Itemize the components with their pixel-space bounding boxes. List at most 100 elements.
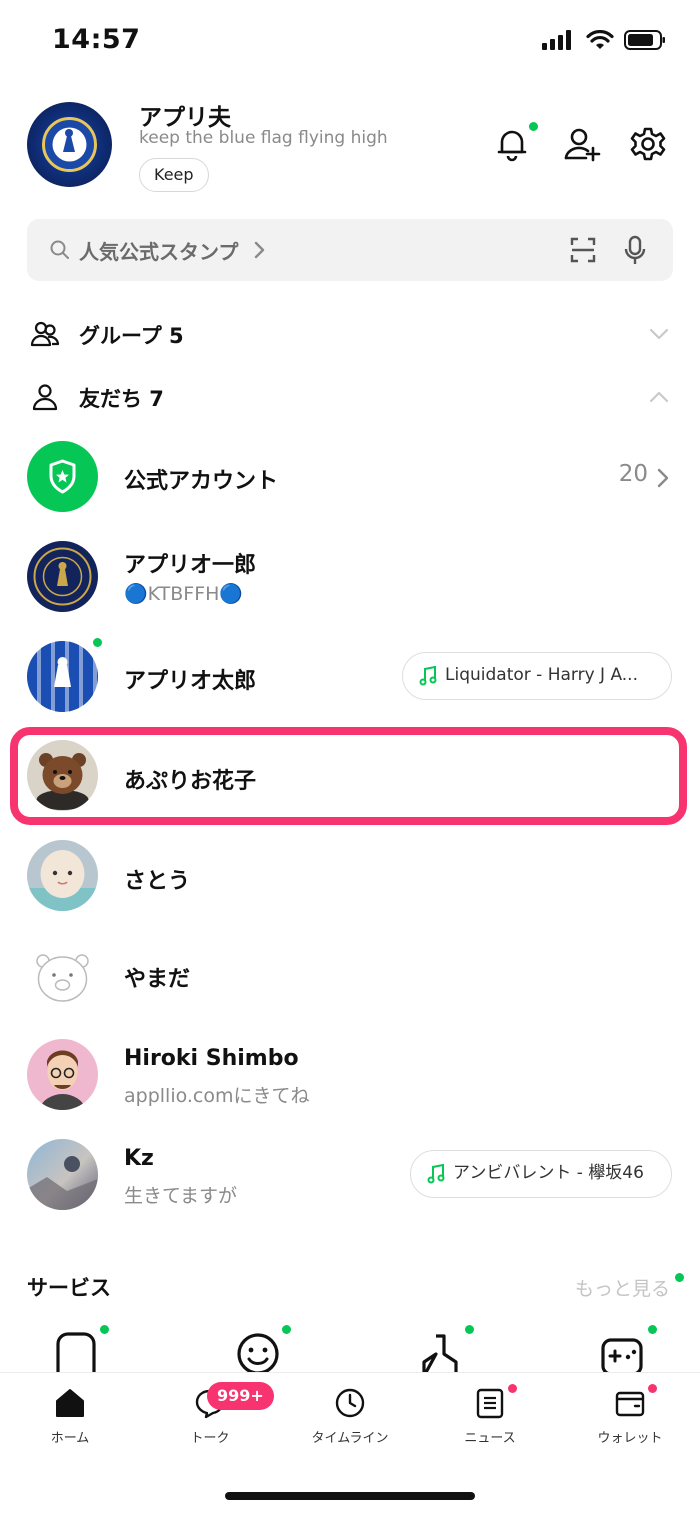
friend-avatar bbox=[27, 939, 98, 1010]
tab-label: トーク bbox=[190, 1431, 230, 1446]
tab-label: タイムライン bbox=[311, 1431, 389, 1446]
search-bar[interactable]: 人気公式スタンプ bbox=[27, 219, 673, 281]
friend-row[interactable]: やまだ bbox=[0, 926, 700, 1026]
chelsea-crest-icon bbox=[42, 117, 97, 172]
unread-badge: 999+ bbox=[207, 1382, 274, 1410]
bell-icon[interactable] bbox=[492, 124, 532, 164]
official-account-count: 20 bbox=[618, 461, 648, 487]
new-indicator-dot bbox=[93, 638, 102, 647]
friend-row[interactable]: Hiroki Shimbo appllio.comにきてね bbox=[0, 1026, 700, 1126]
search-placeholder: 人気公式スタンプ bbox=[79, 240, 239, 264]
service-new-dot bbox=[465, 1325, 474, 1334]
service-new-dot bbox=[282, 1325, 291, 1334]
friend-row[interactable]: アプリオ太郎 Liquidator - Harry J A... bbox=[0, 628, 700, 728]
person-icon bbox=[32, 384, 58, 411]
friend-status-message: 🔵KTBFFH🔵 bbox=[124, 583, 244, 605]
home-icon bbox=[56, 1389, 84, 1417]
groups-section-header[interactable]: グループ 5 bbox=[0, 309, 700, 359]
chevron-up-icon[interactable] bbox=[648, 386, 670, 408]
notification-dot bbox=[529, 122, 538, 131]
friend-status-message: appllio.comにきてね bbox=[124, 1085, 310, 1107]
friends-label: 友だち 7 bbox=[79, 387, 164, 411]
friend-name: さとう bbox=[124, 869, 191, 894]
friend-avatar bbox=[27, 840, 98, 911]
wifi-icon bbox=[586, 30, 614, 49]
services-title: サービス bbox=[27, 1276, 111, 1300]
theme-brush-icon[interactable] bbox=[418, 1332, 462, 1376]
photo-avatar-icon bbox=[27, 1156, 98, 1210]
friend-row[interactable]: さとう bbox=[0, 827, 700, 927]
keep-button[interactable]: Keep bbox=[139, 158, 209, 192]
profile-avatar[interactable] bbox=[27, 102, 112, 187]
friend-avatar bbox=[27, 641, 98, 712]
music-title: Liquidator - Harry J A... bbox=[445, 665, 638, 685]
friend-name: Hiroki Shimbo bbox=[124, 1046, 299, 1071]
home-indicator[interactable] bbox=[225, 1492, 475, 1500]
status-time: 14:57 bbox=[52, 24, 141, 55]
friend-name: アプリオ太郎 bbox=[124, 669, 257, 694]
profile-name: アプリ夫 bbox=[139, 105, 231, 131]
chevron-right-icon bbox=[657, 468, 669, 488]
music-note-icon bbox=[427, 1164, 445, 1184]
microphone-icon[interactable] bbox=[623, 235, 647, 267]
music-title: アンビバレント - 欅坂46 bbox=[453, 1163, 644, 1183]
chelsea-badge-icon bbox=[33, 547, 92, 606]
add-friend-icon[interactable] bbox=[562, 124, 602, 164]
chevron-down-icon[interactable] bbox=[648, 323, 670, 345]
my-profile[interactable]: アプリ夫 keep the blue flag flying high Keep bbox=[0, 90, 700, 200]
profile-music-pill[interactable]: Liquidator - Harry J A... bbox=[402, 652, 672, 700]
tab-news[interactable]: ニュース bbox=[420, 1373, 560, 1453]
settings-gear-icon[interactable] bbox=[628, 124, 668, 164]
tab-home[interactable]: ホーム bbox=[0, 1373, 140, 1453]
search-icon bbox=[50, 240, 69, 259]
chelsea-fc-lion-icon bbox=[27, 641, 98, 712]
smiley-sticker-icon[interactable] bbox=[236, 1332, 280, 1376]
shield-star-icon bbox=[49, 459, 76, 494]
services-more-link[interactable]: もっと見る bbox=[575, 1274, 670, 1301]
music-note-icon bbox=[419, 666, 437, 686]
services-new-dot bbox=[675, 1273, 684, 1282]
game-controller-icon[interactable] bbox=[600, 1332, 644, 1376]
tab-label: ホーム bbox=[50, 1431, 90, 1446]
news-new-dot bbox=[508, 1384, 517, 1393]
friend-name: Kz bbox=[124, 1146, 154, 1171]
friend-avatar bbox=[27, 541, 98, 612]
tab-label: ウォレット bbox=[597, 1431, 663, 1446]
groups-label: グループ 5 bbox=[79, 324, 184, 348]
status-bar: 14:57 bbox=[0, 0, 700, 84]
clock-icon bbox=[335, 1388, 365, 1418]
bear-outline-icon bbox=[36, 954, 89, 1002]
tab-timeline[interactable]: タイムライン bbox=[280, 1373, 420, 1453]
official-accounts-row[interactable]: 公式アカウント 20 bbox=[0, 428, 700, 528]
cellular-signal-icon bbox=[542, 30, 571, 50]
news-document-icon bbox=[476, 1388, 504, 1419]
doll-avatar-icon bbox=[27, 850, 98, 911]
wallet-icon bbox=[615, 1391, 645, 1417]
man-with-glasses-avatar-icon bbox=[39, 1050, 86, 1110]
friend-row[interactable]: Kz 生きてますが アンビバレント - 欅坂46 bbox=[0, 1126, 700, 1226]
friend-avatar bbox=[27, 1039, 98, 1110]
battery-icon bbox=[624, 30, 665, 50]
tab-label: ニュース bbox=[464, 1431, 516, 1446]
friend-avatar bbox=[27, 1139, 98, 1210]
tab-talk[interactable]: 999+ トーク bbox=[140, 1373, 280, 1453]
friend-status-message: 生きてますが bbox=[124, 1185, 238, 1207]
chat-square-service-icon[interactable] bbox=[54, 1332, 98, 1376]
service-new-dot bbox=[100, 1325, 109, 1334]
highlight-annotation-box bbox=[10, 727, 687, 825]
friend-name: アプリオ一郎 bbox=[124, 553, 257, 578]
friend-row[interactable]: アプリオ一郎 🔵KTBFFH🔵 bbox=[0, 528, 700, 628]
official-account-label: 公式アカウント bbox=[124, 469, 279, 494]
qr-scan-icon[interactable] bbox=[570, 237, 596, 263]
service-new-dot bbox=[648, 1325, 657, 1334]
profile-music-pill[interactable]: アンビバレント - 欅坂46 bbox=[410, 1150, 672, 1198]
status-icons bbox=[542, 30, 666, 50]
group-icon bbox=[30, 321, 60, 347]
profile-status-message: keep the blue flag flying high bbox=[139, 128, 388, 148]
wallet-new-dot bbox=[648, 1384, 657, 1393]
tab-wallet[interactable]: ウォレット bbox=[560, 1373, 700, 1453]
official-account-avatar bbox=[27, 441, 98, 512]
friend-name: やまだ bbox=[124, 967, 191, 992]
chevron-right-icon bbox=[254, 241, 265, 259]
friends-section-header[interactable]: 友だち 7 bbox=[0, 372, 700, 422]
